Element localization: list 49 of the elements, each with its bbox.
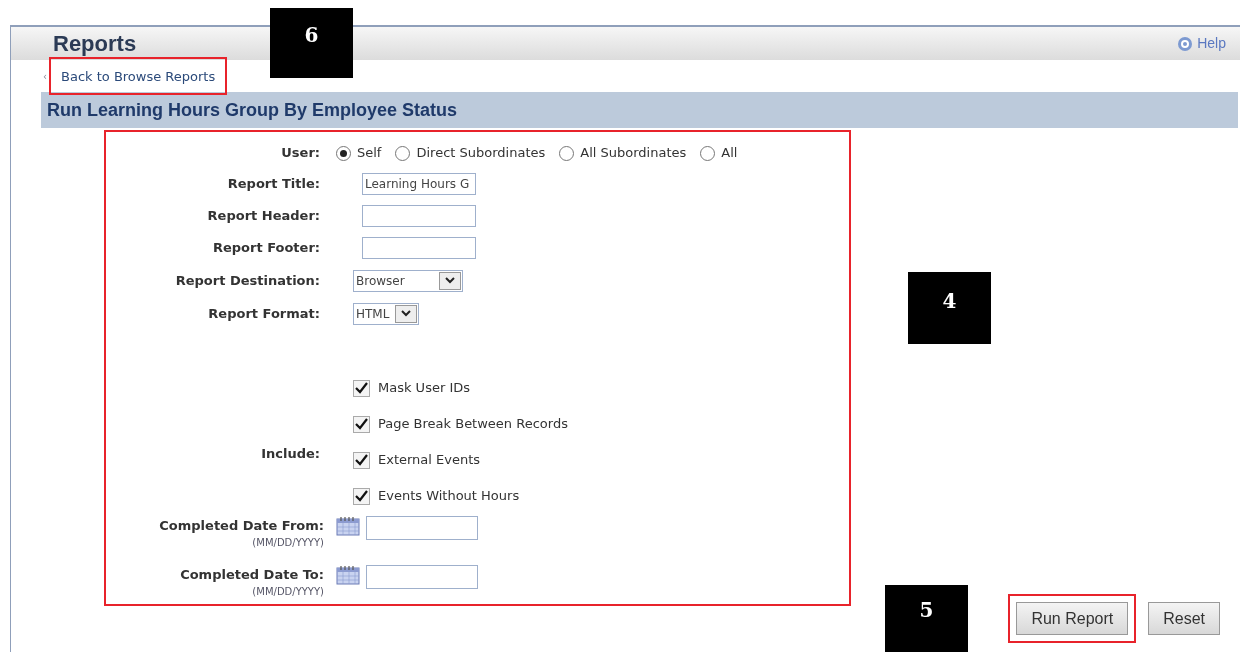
field-label: Report Footer:	[212, 239, 320, 258]
text-field[interactable]: Learning Hours G	[362, 173, 476, 195]
date-field[interactable]	[366, 516, 478, 540]
checkbox[interactable]	[353, 451, 370, 469]
field-label: Report Header:	[207, 207, 320, 226]
calendar-icon[interactable]	[336, 565, 360, 585]
date-format-hint: (MM/DD/YYYY)	[252, 584, 324, 599]
radio-button[interactable]	[395, 145, 411, 161]
radio-button[interactable]	[700, 145, 716, 161]
page-title: Reports	[53, 30, 137, 58]
back-arrow: ‹	[43, 69, 47, 84]
radio-button[interactable]	[336, 145, 351, 161]
date-field[interactable]	[366, 565, 478, 589]
chevron-down-icon	[401, 310, 411, 317]
callout-marker: 6	[270, 8, 353, 78]
field-label: User:	[281, 144, 320, 163]
field-label: Completed Date To:	[180, 566, 324, 584]
back-link[interactable]: Back to Browse Reports	[61, 69, 216, 84]
checkbox[interactable]	[353, 487, 370, 505]
callout-marker: 5	[885, 585, 968, 652]
radio-label: Direct Subordinates	[416, 144, 546, 163]
checkbox-label: Events Without Hours	[378, 487, 520, 506]
callout-marker: 4	[908, 272, 991, 344]
radio-button[interactable]	[559, 145, 575, 161]
checkbox-label: Page Break Between Records	[378, 415, 568, 434]
radio-label: Self	[357, 144, 382, 163]
chevron-down-icon	[445, 277, 455, 284]
radio-label: All Subordinates	[580, 144, 687, 163]
form-button[interactable]: Run Report	[1016, 602, 1129, 635]
text-field[interactable]	[362, 237, 476, 259]
date-format-hint: (MM/DD/YYYY)	[252, 535, 324, 550]
field-label: Report Title:	[227, 175, 320, 194]
radio-label: All	[721, 144, 738, 163]
checkbox-label: External Events	[378, 451, 481, 470]
field-label: Report Format:	[208, 304, 320, 323]
checkbox[interactable]	[353, 415, 370, 433]
dropdown[interactable]: HTML	[353, 302, 419, 325]
field-label: Report Destination:	[175, 271, 320, 290]
text-field[interactable]	[362, 205, 476, 227]
field-label: Completed Date From:	[159, 517, 324, 535]
checkbox[interactable]	[353, 379, 370, 397]
dropdown[interactable]: Browser	[353, 269, 463, 292]
calendar-icon[interactable]	[336, 516, 360, 536]
field-label: Include:	[261, 445, 320, 464]
help-icon[interactable]	[1177, 35, 1194, 52]
checkbox-label: Mask User IDs	[378, 379, 470, 398]
section-title: Run Learning Hours Group By Employee Status	[47, 98, 458, 122]
form-button[interactable]: Reset	[1148, 602, 1220, 635]
help-link[interactable]: Help	[1197, 33, 1226, 54]
